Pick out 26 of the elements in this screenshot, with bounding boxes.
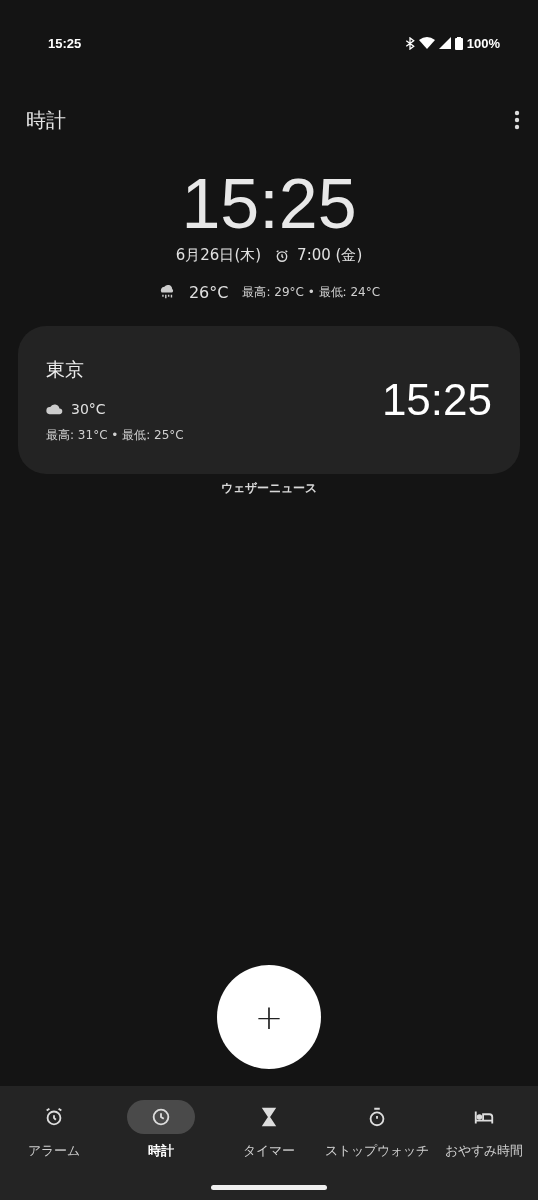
high-low-temperature: 最高: 29°C • 最低: 24°C — [242, 284, 381, 301]
alarm-clock-icon — [275, 248, 290, 263]
nav-tab[interactable]: タイマー — [215, 1100, 323, 1160]
main-clock-time: 15:25 — [181, 164, 357, 244]
wifi-icon — [418, 37, 435, 49]
more-options-icon[interactable] — [514, 110, 520, 130]
weather-news-link[interactable]: ウェザーニュース — [221, 480, 317, 497]
city-name: 東京 — [46, 356, 85, 382]
nav-tab[interactable]: 時計 — [107, 1100, 216, 1160]
nav-tab[interactable]: アラーム — [0, 1100, 108, 1160]
battery-icon — [454, 36, 463, 50]
city-high-low: 最高: 31°C • 最低: 25°C — [46, 426, 184, 444]
date-text: 6月26日(木) — [175, 246, 262, 265]
nav-tab[interactable]: ストップウォッチ — [322, 1100, 431, 1160]
battery-percentage: 100% — [466, 35, 500, 51]
bluetooth-icon — [404, 36, 415, 50]
temperature-text: 26°C — [188, 283, 229, 302]
next-alarm-text: 7:00 (金) — [297, 246, 363, 265]
app-title: 時計 — [26, 106, 66, 134]
city-time: 15:25 — [381, 375, 492, 425]
city-temperature: 30°C — [71, 400, 106, 417]
status-time: 15:25 — [48, 35, 82, 51]
add-button[interactable]: + — [217, 965, 321, 1069]
cloud-icon — [46, 402, 63, 415]
signal-icon — [438, 37, 451, 49]
nav-tab[interactable]: おやすみ時間 — [430, 1100, 538, 1160]
